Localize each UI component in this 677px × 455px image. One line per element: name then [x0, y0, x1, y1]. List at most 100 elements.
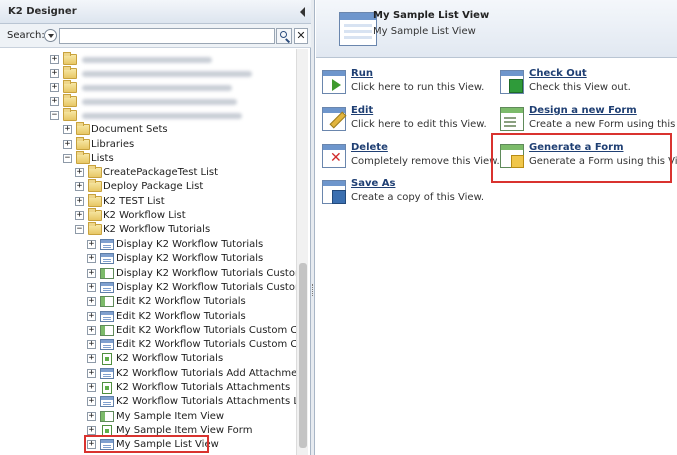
expand-toggle[interactable]: + [87, 426, 96, 435]
tree-node-view[interactable]: + Edit K2 Workflow Tutorials [0, 295, 296, 309]
expand-toggle[interactable]: + [87, 254, 96, 263]
search-icon[interactable] [276, 28, 292, 44]
tree-node-list[interactable]: + CreatePackageTest List [0, 165, 296, 180]
blurred-label [82, 95, 237, 108]
tree-node-view[interactable]: + Display K2 Workflow Tutorials [0, 252, 296, 266]
tree-node-list[interactable]: + Deploy Package List [0, 179, 296, 194]
tree-node-view[interactable]: + K2 Workflow Tutorials Attachments List [0, 395, 296, 409]
tree-node-libraries[interactable]: + Libraries [0, 137, 296, 152]
save-as-icon[interactable] [322, 180, 346, 204]
tree-scrollbar[interactable] [296, 49, 308, 455]
delete-icon[interactable] [322, 144, 346, 168]
expand-toggle[interactable]: + [87, 326, 96, 335]
expand-toggle[interactable]: + [75, 197, 84, 206]
expand-toggle[interactable]: + [63, 140, 72, 149]
save-as-action[interactable]: Save As Create a copy of this View. [322, 178, 492, 208]
tree-node-view[interactable]: + My Sample Item View [0, 410, 296, 424]
tree-node-label: K2 Workflow Tutorials Attachments [116, 382, 291, 393]
check-out-icon[interactable] [500, 70, 524, 94]
expand-toggle[interactable]: + [87, 312, 96, 321]
tree-node-label: K2 Workflow Tutorials Attachments List [116, 396, 296, 407]
check-out-link[interactable]: Check Out [529, 68, 587, 79]
tree-node-label: K2 Workflow Tutorials Add Attachments [116, 368, 296, 379]
tree-node-list[interactable]: − K2 Workflow Tutorials [0, 222, 296, 237]
design-form-action[interactable]: Design a new Form Create a new Form usin… [500, 105, 677, 135]
delete-link[interactable]: Delete [351, 142, 388, 153]
collapse-toggle[interactable]: − [63, 154, 72, 163]
expand-toggle[interactable]: + [87, 354, 96, 363]
tree-node-site[interactable]: + [0, 52, 296, 67]
splitter-grip-icon [312, 284, 314, 296]
edit-link[interactable]: Edit [351, 105, 373, 116]
tree-node-view[interactable]: + K2 Workflow Tutorials Attachments [0, 381, 296, 395]
edit-icon[interactable] [322, 107, 346, 131]
blurred-label [82, 109, 242, 122]
view-icon [100, 396, 114, 407]
search-input[interactable] [59, 28, 275, 44]
tree-node-view[interactable]: + Display K2 Workflow Tutorials [0, 238, 296, 252]
expand-toggle[interactable]: + [87, 297, 96, 306]
edit-action[interactable]: Edit Click here to edit this View. [322, 105, 492, 135]
expand-toggle[interactable]: + [63, 125, 72, 134]
tree-node-site[interactable]: + [0, 80, 296, 95]
design-form-icon[interactable] [500, 107, 524, 131]
tree-node-label: K2 Workflow Tutorials [116, 353, 224, 364]
clear-search-button[interactable]: ✕ [294, 28, 308, 44]
expand-toggle[interactable]: + [87, 383, 96, 392]
edit-description: Click here to edit this View. [351, 119, 487, 130]
tree-node-list[interactable]: + K2 Workflow List [0, 208, 296, 223]
expand-toggle[interactable]: + [87, 240, 96, 249]
scrollbar-thumb[interactable] [299, 263, 307, 448]
tree-node-label: Document Sets [91, 124, 168, 135]
search-options-dropdown-icon[interactable] [44, 29, 57, 42]
delete-action[interactable]: Delete Completely remove this View. [322, 142, 500, 172]
expand-toggle[interactable]: + [87, 269, 96, 278]
tree-node-view[interactable]: + Edit K2 Workflow Tutorials Custom Conte… [0, 338, 296, 352]
tree-node-label: Display K2 Workflow Tutorials Custom Con… [116, 282, 296, 293]
check-out-action[interactable]: Check Out Check this View out. [500, 68, 670, 98]
tree-node-view[interactable]: + Display K2 Workflow Tutorials Custom Co… [0, 267, 296, 281]
tree-node-lists[interactable]: − Lists [0, 151, 296, 166]
list-view-icon [339, 12, 377, 46]
expand-toggle[interactable]: + [75, 168, 84, 177]
expand-toggle[interactable]: + [87, 283, 96, 292]
save-as-link[interactable]: Save As [351, 178, 395, 189]
expand-toggle[interactable]: + [87, 397, 96, 406]
view-icon [100, 296, 114, 307]
expand-toggle[interactable]: + [50, 83, 59, 92]
run-link[interactable]: Run [351, 68, 373, 79]
collapse-toggle[interactable]: − [50, 111, 59, 120]
tree-node-label: K2 TEST List [103, 196, 165, 207]
expand-toggle[interactable]: + [87, 412, 96, 421]
tree-node-list[interactable]: + K2 TEST List [0, 194, 296, 209]
view-details-panel: My Sample List View My Sample List View … [316, 0, 677, 455]
expand-toggle[interactable]: + [50, 55, 59, 64]
expand-toggle[interactable]: + [75, 211, 84, 220]
expand-toggle[interactable]: + [87, 369, 96, 378]
expand-toggle[interactable]: + [87, 340, 96, 349]
tree-node-view[interactable]: + K2 Workflow Tutorials [0, 352, 296, 366]
tree-node-view[interactable]: + Edit K2 Workflow Tutorials [0, 310, 296, 324]
tree-node-site[interactable]: + [0, 66, 296, 81]
tree-node-view[interactable]: + Edit K2 Workflow Tutorials Custom Conte… [0, 324, 296, 338]
tree-node-site[interactable]: − [0, 108, 296, 123]
collapse-toggle[interactable]: − [75, 225, 84, 234]
collapse-panel-icon[interactable] [300, 7, 305, 17]
form-icon [102, 353, 112, 365]
design-form-link[interactable]: Design a new Form [529, 105, 637, 116]
tree-node-view[interactable]: + K2 Workflow Tutorials Add Attachments [0, 367, 296, 381]
expand-toggle[interactable]: + [75, 182, 84, 191]
run-action[interactable]: Run Click here to run this View. [322, 68, 492, 98]
expand-toggle[interactable]: + [50, 69, 59, 78]
expand-toggle[interactable]: + [50, 97, 59, 106]
folder-icon [88, 194, 102, 207]
tree-node-document-sets[interactable]: + Document Sets [0, 122, 296, 137]
check-out-description: Check this View out. [529, 82, 631, 93]
run-icon[interactable] [322, 70, 346, 94]
designer-panel: K2 Designer Search: ✕ + + + + − + Docume… [0, 0, 311, 455]
tree-node-view[interactable]: + Display K2 Workflow Tutorials Custom Co… [0, 281, 296, 295]
folder-open-icon [63, 108, 77, 121]
tree-node-label: Edit K2 Workflow Tutorials Custom Conten… [116, 325, 296, 336]
tree-node-site[interactable]: + [0, 94, 296, 109]
panel-splitter[interactable] [311, 0, 315, 455]
